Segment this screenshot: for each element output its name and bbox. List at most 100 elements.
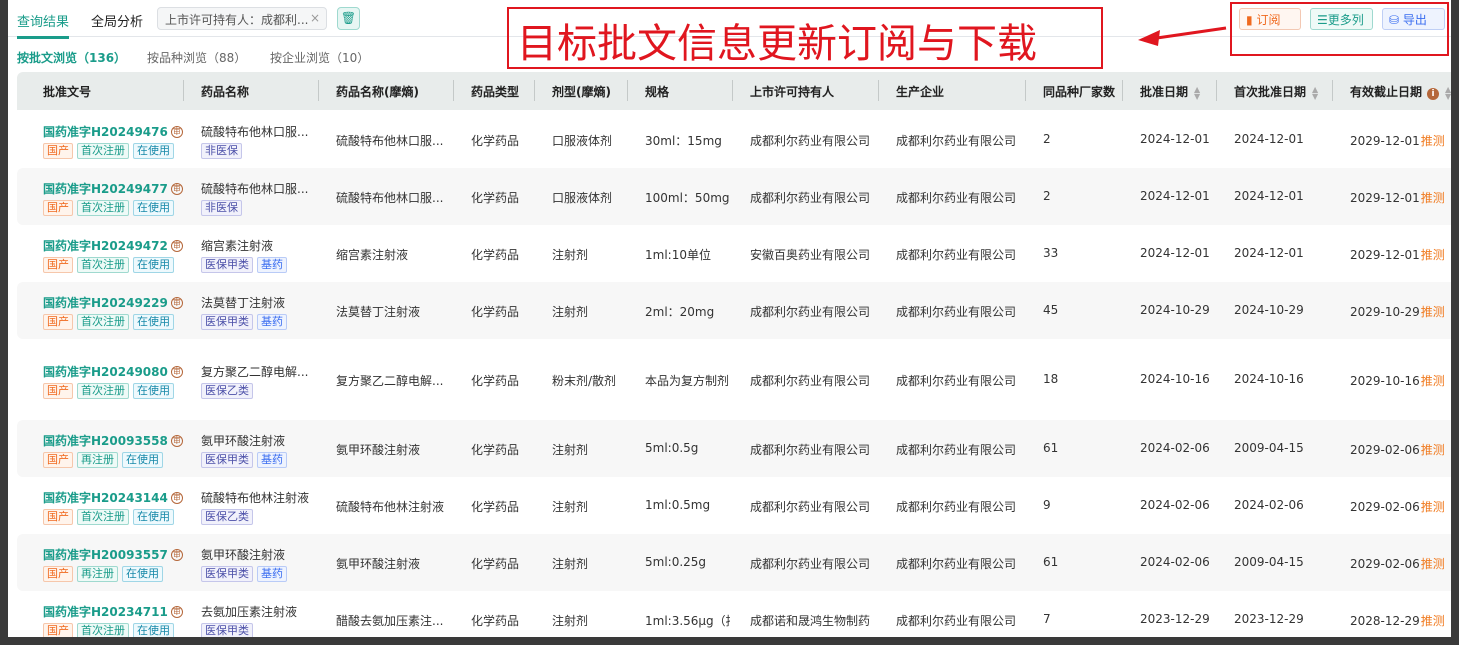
approval-number-link[interactable]: 国药准字H20243144 bbox=[43, 491, 168, 505]
approval-number-link[interactable]: 国药准字H20249080 bbox=[43, 365, 168, 379]
form-cell: 口服液体剂 bbox=[552, 133, 613, 148]
column-divider bbox=[1332, 80, 1333, 101]
approval-number-link[interactable]: 国药准字H20249476 bbox=[43, 125, 168, 139]
holder-cell: 成都利尔药业有限公司 bbox=[750, 499, 871, 514]
sort-icon[interactable]: ▲ ▼ bbox=[1194, 85, 1200, 100]
table-row[interactable]: 国药准字H20234711 审国产 首次注册 在使用 去氨加压素注射液 医保甲类 醋酸去氨加… bbox=[17, 591, 1451, 637]
table-row[interactable]: 国药准字H20093558 审国产 再注册 在使用 氨甲环酸注射液 医保甲类 基药 氨甲环酸注… bbox=[17, 420, 1451, 477]
table-row[interactable]: 国药准字H20249472 审国产 首次注册 在使用 缩宫素注射液 医保甲类 基药 缩宫素注射… bbox=[17, 225, 1451, 282]
expiry-date: 2029-12-01 bbox=[1350, 133, 1420, 148]
column-divider bbox=[1025, 80, 1026, 101]
first-cell: 2009-04-15 bbox=[1234, 554, 1304, 569]
review-seal-icon: 审 bbox=[170, 183, 183, 195]
approval-number-link[interactable]: 国药准字H20249477 bbox=[43, 182, 168, 196]
table-row[interactable]: 国药准字H20243144 审国产 首次注册 在使用 硫酸特布他林注射液 医保乙类 硫酸特布… bbox=[17, 477, 1451, 534]
column-header: 剂型(摩熵) bbox=[552, 83, 611, 100]
first-cell: 2024-12-01 bbox=[1234, 131, 1304, 146]
tag: 国产 bbox=[43, 142, 73, 159]
drug-name[interactable]: 氨甲环酸注射液 bbox=[201, 546, 291, 563]
info-icon[interactable]: i bbox=[1427, 88, 1440, 100]
name2-cell: 法莫替丁注射液 bbox=[336, 304, 421, 319]
expiry-date: 2029-12-01 bbox=[1350, 190, 1420, 205]
table-row[interactable]: 国药准字H20249080 审国产 首次注册 在使用 复方聚乙二醇电解... 医保乙类 复方… bbox=[17, 339, 1451, 420]
tag: 首次注册 bbox=[77, 622, 129, 637]
tab-global-analysis[interactable]: 全局分析 bbox=[91, 11, 143, 30]
expiry-date-cell: 2029-10-16推测 bbox=[1350, 372, 1445, 389]
tag: 在使用 bbox=[133, 622, 174, 637]
insurance-tag: 医保甲类 bbox=[201, 451, 253, 468]
drug-name[interactable]: 硫酸特布他林口服... bbox=[201, 123, 308, 140]
approval-number-link[interactable]: 国药准字H20234711 bbox=[43, 605, 168, 619]
approval-number-cell: 国药准字H20243144 审国产 首次注册 在使用 bbox=[43, 489, 183, 525]
approval-number-link[interactable]: 国药准字H20093557 bbox=[43, 548, 168, 562]
column-header[interactable]: 批准日期 ▲ ▼ bbox=[1140, 83, 1200, 100]
subtab-by-product[interactable]: 按品种浏览（88） bbox=[147, 49, 246, 66]
drug-name[interactable]: 氨甲环酸注射液 bbox=[201, 432, 291, 449]
approval-number-link[interactable]: 国药准字H20249229 bbox=[43, 296, 168, 310]
tag: 在使用 bbox=[133, 382, 174, 399]
review-seal-icon: 审 bbox=[170, 606, 183, 618]
drug-name[interactable]: 去氨加压素注射液 bbox=[201, 603, 297, 620]
guess-label: 推测 bbox=[1420, 442, 1445, 457]
sort-icon[interactable]: ▲ ▼ bbox=[1445, 85, 1451, 100]
spec-cell: 1ml:0.5mg bbox=[645, 497, 711, 512]
subtab-by-approval[interactable]: 按批文浏览（136） bbox=[17, 49, 126, 66]
drug-name[interactable]: 法莫替丁注射液 bbox=[201, 294, 291, 311]
holder-cell: 成都利尔药业有限公司 bbox=[750, 190, 871, 205]
count-cell: 2 bbox=[1043, 131, 1051, 146]
filter-chip[interactable]: 上市许可持有人：成都利... × bbox=[157, 7, 327, 30]
tag: 首次注册 bbox=[77, 382, 129, 399]
holder-cell: 成都利尔药业有限公司 bbox=[750, 373, 871, 388]
insurance-tags: 非医保 bbox=[201, 142, 308, 159]
tag: 再注册 bbox=[77, 451, 118, 468]
insurance-tags: 医保甲类 bbox=[201, 622, 297, 637]
column-header: 药品名称(摩熵) bbox=[336, 83, 419, 100]
approval-number-link[interactable]: 国药准字H20093558 bbox=[43, 434, 168, 448]
insurance-tag: 医保乙类 bbox=[201, 508, 253, 525]
column-header[interactable]: 有效截止日期 i ▲ ▼ bbox=[1350, 83, 1451, 100]
holder-cell: 安徽百奥药业有限公司 bbox=[750, 247, 871, 262]
column-header-label: 批准文号 bbox=[43, 85, 92, 99]
first-cell: 2024-12-01 bbox=[1234, 188, 1304, 203]
tag: 在使用 bbox=[133, 199, 174, 216]
column-header: 批准文号 bbox=[43, 83, 91, 100]
trash-icon[interactable]: 🗑 bbox=[337, 7, 360, 30]
spec-cell: 5ml:0.5g bbox=[645, 440, 699, 455]
insurance-tags: 医保甲类 基药 bbox=[201, 313, 291, 330]
expiry-date: 2028-12-29 bbox=[1350, 613, 1420, 628]
table-row[interactable]: 国药准字H20249477 审国产 首次注册 在使用 硫酸特布他林口服... 非医保 硫酸特… bbox=[17, 168, 1451, 225]
approval-number-link[interactable]: 国药准字H20249472 bbox=[43, 239, 168, 253]
drug-name[interactable]: 缩宫素注射液 bbox=[201, 237, 291, 254]
expiry-date-cell: 2029-12-01推测 bbox=[1350, 132, 1445, 149]
column-header-label: 有效截止日期 bbox=[1350, 85, 1423, 99]
drug-name-cell: 硫酸特布他林口服... 非医保 bbox=[201, 123, 308, 159]
expiry-date-cell: 2029-02-06推测 bbox=[1350, 498, 1445, 515]
column-header-label: 剂型(摩熵) bbox=[552, 85, 611, 99]
holder-cell: 成都诺和晟鸿生物制药 bbox=[750, 613, 871, 628]
table-row[interactable]: 国药准字H20249229 审国产 首次注册 在使用 法莫替丁注射液 医保甲类 基药 法莫替丁… bbox=[17, 282, 1451, 339]
table-row[interactable]: 国药准字H20249476 审国产 首次注册 在使用 硫酸特布他林口服... 非医保 硫酸特… bbox=[17, 111, 1451, 168]
tab-query-results[interactable]: 查询结果 bbox=[17, 11, 70, 39]
form-cell: 粉末剂/散剂 bbox=[552, 373, 617, 388]
column-divider bbox=[534, 80, 535, 101]
name2-cell: 硫酸特布他林注射液 bbox=[336, 499, 445, 514]
drug-name[interactable]: 复方聚乙二醇电解... bbox=[201, 363, 308, 380]
review-seal-icon: 审 bbox=[170, 435, 183, 447]
expiry-date: 2029-10-16 bbox=[1350, 373, 1420, 388]
drug-name[interactable]: 硫酸特布他林注射液 bbox=[201, 489, 309, 506]
tag: 国产 bbox=[43, 382, 73, 399]
table-row[interactable]: 国药准字H20093557 审国产 再注册 在使用 氨甲环酸注射液 医保甲类 基药 氨甲环酸注… bbox=[17, 534, 1451, 591]
name2-cell: 缩宫素注射液 bbox=[336, 247, 409, 262]
sort-icon[interactable]: ▲ ▼ bbox=[1312, 85, 1318, 100]
column-divider bbox=[1216, 80, 1217, 101]
insurance-tags: 医保甲类 基药 bbox=[201, 256, 291, 273]
column-divider bbox=[627, 80, 628, 101]
insurance-tag: 基药 bbox=[257, 313, 287, 330]
column-divider bbox=[183, 80, 184, 101]
subtab-by-company[interactable]: 按企业浏览（10） bbox=[270, 49, 369, 66]
close-icon[interactable]: × bbox=[310, 11, 320, 25]
drug-name[interactable]: 硫酸特布他林口服... bbox=[201, 180, 308, 197]
insurance-tag: 基药 bbox=[257, 256, 287, 273]
column-header[interactable]: 首次批准日期 ▲ ▼ bbox=[1234, 83, 1318, 100]
approval-number-cell: 国药准字H20093557 审国产 再注册 在使用 bbox=[43, 546, 183, 582]
